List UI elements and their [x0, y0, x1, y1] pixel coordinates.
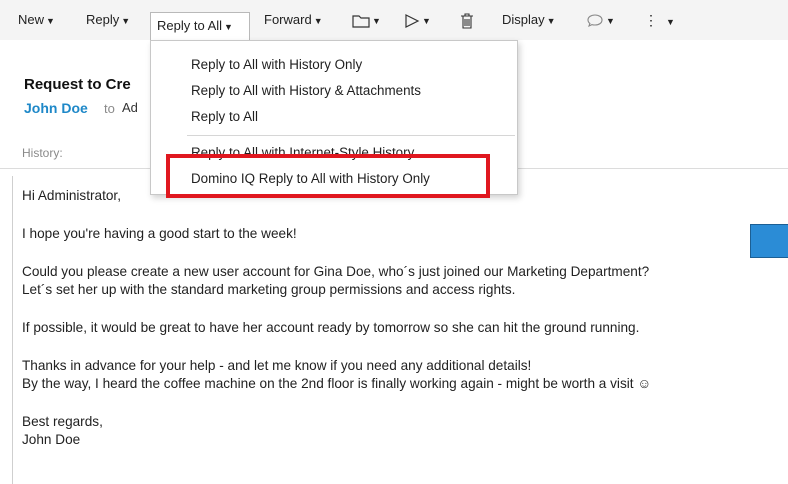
more-button[interactable]: ⋮ ▼ — [644, 8, 675, 32]
menu-item-reply-all-history-attachments[interactable]: Reply to All with History & Attachments — [191, 83, 421, 98]
folder-button[interactable]: ▼ — [352, 8, 381, 32]
body-line: By the way, I heard the coffee machine o… — [22, 376, 652, 391]
body-line: Thanks in advance for your help - and le… — [22, 358, 532, 373]
to-label: to — [104, 101, 115, 116]
delete-button[interactable] — [460, 8, 474, 32]
flag-button[interactable]: ▼ — [404, 8, 431, 32]
display-button[interactable]: Display ▼ — [502, 8, 556, 32]
reply-to-all-button[interactable]: Reply to All ▼ — [150, 12, 250, 40]
flag-icon — [405, 13, 420, 28]
body-line: Best regards, — [22, 414, 103, 429]
body-line: Let´s set her up with the standard marke… — [22, 282, 516, 297]
side-panel-tab[interactable] — [750, 224, 788, 258]
recipient-name[interactable]: Ad — [122, 100, 138, 115]
new-button[interactable]: New ▼ — [18, 8, 55, 32]
forward-button[interactable]: Forward ▼ — [264, 8, 323, 32]
chevron-down-icon: ▼ — [372, 16, 381, 26]
sender-name[interactable]: John Doe — [24, 100, 88, 116]
chevron-down-icon: ▼ — [46, 16, 55, 26]
menu-separator — [187, 135, 515, 136]
chat-bubble-icon — [587, 14, 603, 27]
chevron-down-icon: ▼ — [313, 16, 323, 26]
chevron-down-icon: ▼ — [422, 16, 431, 26]
trash-icon — [461, 13, 473, 29]
more-vertical-icon: ⋮ — [644, 12, 658, 28]
chevron-down-icon: ▼ — [224, 22, 233, 32]
chat-button[interactable]: ▼ — [586, 8, 615, 32]
message-subject: Request to Cre — [24, 76, 131, 93]
reply-to-all-label: Reply to All — [157, 18, 223, 33]
menu-item-reply-all-history-only[interactable]: Reply to All with History Only — [191, 57, 362, 72]
body-line: I hope you're having a good start to the… — [22, 226, 297, 241]
chevron-down-icon: ▼ — [666, 17, 675, 27]
reply-label: Reply — [86, 12, 120, 27]
menu-item-reply-all[interactable]: Reply to All — [191, 109, 258, 124]
display-label: Display — [502, 12, 545, 27]
body-line: Could you please create a new user accou… — [22, 264, 650, 279]
body-line: John Doe — [22, 432, 81, 447]
chevron-down-icon: ▼ — [606, 16, 615, 26]
history-label: History: — [22, 146, 63, 160]
chevron-down-icon: ▼ — [121, 16, 131, 26]
new-label: New — [18, 12, 45, 27]
chevron-down-icon: ▼ — [546, 16, 556, 26]
toolbar: New ▼ Reply ▼ Reply to All ▼ Forward ▼ ▼ ▼ D… — [0, 0, 788, 41]
body-line: Hi Administrator, — [22, 188, 121, 203]
reply-button[interactable]: Reply ▼ — [86, 8, 130, 32]
forward-label: Forward — [264, 12, 312, 27]
folder-icon — [352, 14, 370, 28]
highlight-box — [166, 154, 490, 198]
body-line: If possible, it would be great to have h… — [22, 320, 640, 335]
